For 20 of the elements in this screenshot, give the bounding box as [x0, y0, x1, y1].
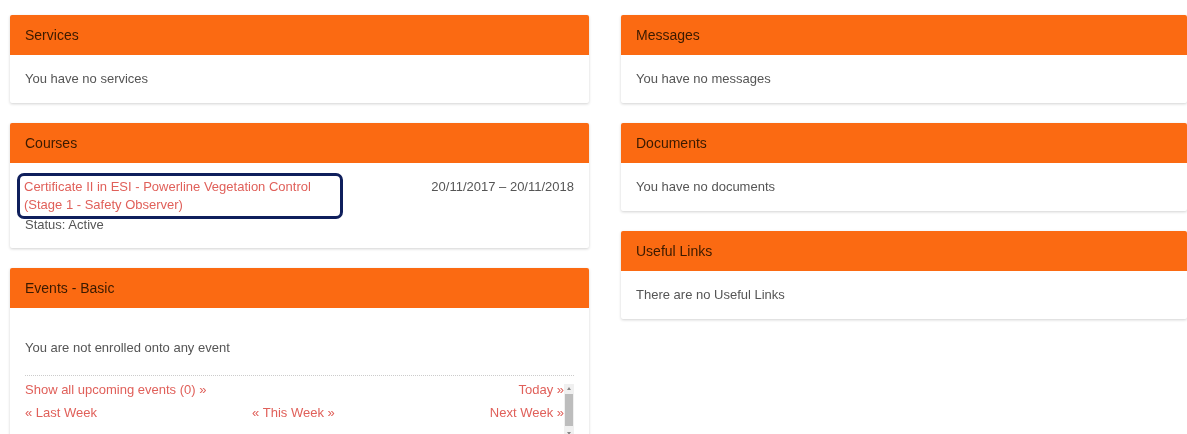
- panel-header: Events - Basic: [10, 268, 589, 308]
- panel-header: Useful Links: [621, 231, 1187, 271]
- empty-message: You have no documents: [636, 179, 775, 194]
- empty-message: You have no messages: [636, 71, 771, 86]
- event-nav-link[interactable]: « This Week »: [252, 405, 335, 420]
- event-nav-link[interactable]: « Last Week: [25, 405, 98, 420]
- event-nav-link[interactable]: Today »: [518, 382, 564, 397]
- event-nav-link[interactable]: Show all upcoming events (0) »: [25, 382, 207, 397]
- event-nav-link[interactable]: Next Week »: [489, 405, 564, 420]
- course-dates: 20/11/2017 – 20/11/2018: [431, 179, 574, 194]
- panel-header: Services: [10, 15, 589, 55]
- empty-message: There are no Useful Links: [636, 287, 785, 302]
- panel-header: Courses: [10, 123, 589, 163]
- panel-header: Documents: [621, 123, 1187, 163]
- course-status: Status: Active: [25, 217, 105, 232]
- scrollbar[interactable]: [564, 384, 574, 434]
- panel-header: Messages: [621, 15, 1187, 55]
- empty-message: You have no services: [25, 71, 149, 86]
- course-link[interactable]: Certificate II in ESI - Powerline Vegetation Control (Stage 1 - Safety Observer): [17, 173, 343, 219]
- empty-message: You are not enrolled onto any event: [25, 340, 231, 355]
